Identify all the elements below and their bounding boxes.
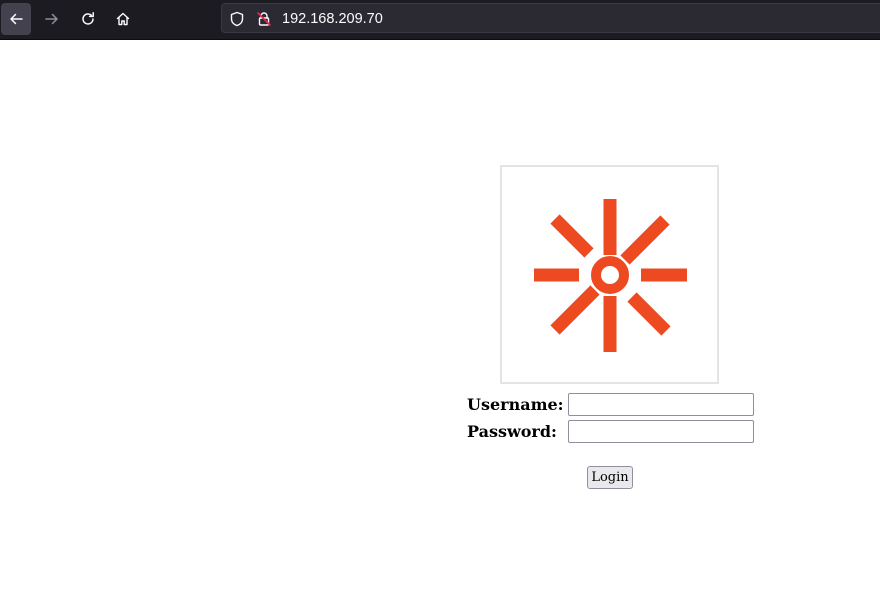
insecure-lock-icon[interactable] xyxy=(256,11,272,27)
home-icon xyxy=(116,12,130,26)
password-input[interactable] xyxy=(568,420,754,443)
password-label: Password: xyxy=(467,422,557,441)
reload-button[interactable] xyxy=(73,3,103,35)
shield-icon[interactable] xyxy=(229,11,245,27)
home-button[interactable] xyxy=(108,3,138,35)
arrow-right-icon xyxy=(45,13,58,25)
arrow-left-icon xyxy=(10,13,23,25)
logo-frame xyxy=(500,165,719,384)
login-button[interactable]: Login xyxy=(587,466,633,489)
username-input[interactable] xyxy=(568,393,754,416)
starburst-logo xyxy=(534,199,687,352)
reload-icon xyxy=(82,12,94,25)
forward-button[interactable] xyxy=(37,3,67,35)
address-bar[interactable]: 192.168.209.70 xyxy=(221,3,880,33)
url-text[interactable]: 192.168.209.70 xyxy=(282,10,383,28)
back-button[interactable] xyxy=(1,3,31,35)
username-label: Username: xyxy=(467,395,564,414)
browser-toolbar: 192.168.209.70 xyxy=(0,0,880,40)
